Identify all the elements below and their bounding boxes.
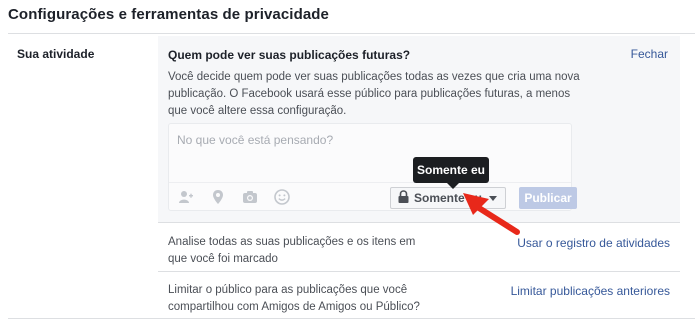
lock-icon xyxy=(398,190,409,206)
location-pin-icon[interactable] xyxy=(209,188,227,206)
future-posts-panel: Quem pode ver suas publicações futuras? … xyxy=(158,36,680,223)
privacy-tooltip: Somente eu xyxy=(413,157,489,183)
bottom-divider xyxy=(8,318,695,319)
composer-divider xyxy=(169,182,571,183)
limit-past-posts-link[interactable]: Limitar publicações anteriores xyxy=(511,284,670,298)
title-divider xyxy=(8,33,695,34)
section-label: Sua atividade xyxy=(17,47,95,61)
page-title: Configurações e ferramentas de privacida… xyxy=(8,6,329,23)
activity-log-link[interactable]: Usar o registro de atividades xyxy=(517,236,670,250)
composer-icons xyxy=(177,188,291,206)
composer-placeholder[interactable]: No que você está pensando? xyxy=(177,133,333,147)
tag-person-icon[interactable] xyxy=(177,188,195,206)
activity-log-text: Analise todas as suas publicações e os i… xyxy=(168,236,416,265)
panel-question: Quem pode ver suas publicações futuras? xyxy=(168,48,411,62)
publish-button[interactable]: Publicar xyxy=(519,187,577,209)
close-link[interactable]: Fechar xyxy=(631,47,668,61)
emoji-icon[interactable] xyxy=(273,188,291,206)
camera-icon[interactable] xyxy=(241,188,259,206)
limit-past-posts-row: Limitar o público para as publicações qu… xyxy=(158,272,680,319)
limit-past-posts-text: Limitar o público para as publicações qu… xyxy=(168,284,420,313)
panel-description: Você decide quem pode ver suas publicaçõ… xyxy=(168,71,580,117)
activity-log-row: Analise todas as suas publicações e os i… xyxy=(158,224,680,272)
